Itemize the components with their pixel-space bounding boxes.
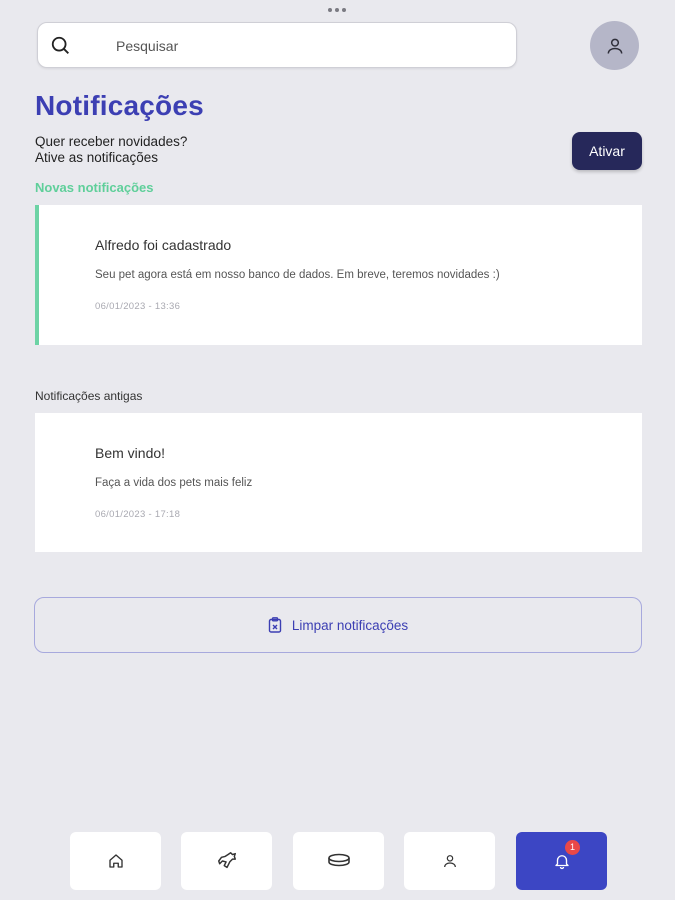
clear-notifications-label: Limpar notificações: [291, 617, 409, 633]
notification-timestamp: 06/01/2023 - 13:36: [95, 301, 181, 312]
pet-icon: [217, 852, 236, 869]
nav-food-button[interactable]: [293, 832, 384, 890]
nav-notifications-button[interactable]: 1: [516, 832, 607, 890]
user-icon: [607, 38, 622, 54]
old-notifications-heading: Notificações antigas: [35, 389, 143, 403]
notification-title: Bem vindo!: [95, 445, 166, 461]
search-input[interactable]: [116, 33, 496, 59]
clipboard-icon: [268, 617, 282, 633]
home-icon: [108, 854, 123, 868]
notification-card-old[interactable]: Bem vindo! Faça a vida dos pets mais fel…: [35, 413, 642, 552]
notification-message: Seu pet agora está em nosso banco de dad…: [95, 269, 500, 281]
notifications-screen: Notificações Quer receber novidades? Ati…: [0, 0, 675, 900]
user-icon: [443, 855, 456, 868]
bell-icon: [554, 855, 569, 870]
notification-card-new[interactable]: Alfredo foi cadastrado Seu pet agora est…: [35, 205, 642, 345]
notification-prompt: Quer receber novidades? Ative as notific…: [35, 134, 187, 166]
prompt-question: Quer receber novidades?: [35, 134, 188, 149]
nav-profile-button[interactable]: [404, 832, 495, 890]
bowl-icon: [327, 853, 350, 867]
notification-message: Faça a vida dos pets mais feliz: [95, 477, 253, 489]
window-handle[interactable]: [328, 8, 346, 12]
notification-title: Alfredo foi cadastrado: [95, 237, 232, 253]
profile-avatar-button[interactable]: [590, 21, 639, 70]
notification-count-badge: 1: [565, 840, 580, 855]
search-bar: [37, 22, 517, 68]
page-title: Notificações: [35, 90, 204, 121]
prompt-instruction: Ative as notificações: [35, 150, 159, 165]
activate-notifications-button[interactable]: Ativar: [572, 132, 642, 170]
nav-home-button[interactable]: [70, 832, 161, 890]
notification-timestamp: 06/01/2023 - 17:18: [95, 509, 181, 520]
new-notifications-heading: Novas notificações: [35, 180, 154, 195]
search-icon[interactable]: [50, 35, 72, 57]
clear-notifications-button[interactable]: Limpar notificações: [34, 597, 642, 653]
nav-pets-button[interactable]: [181, 832, 272, 890]
